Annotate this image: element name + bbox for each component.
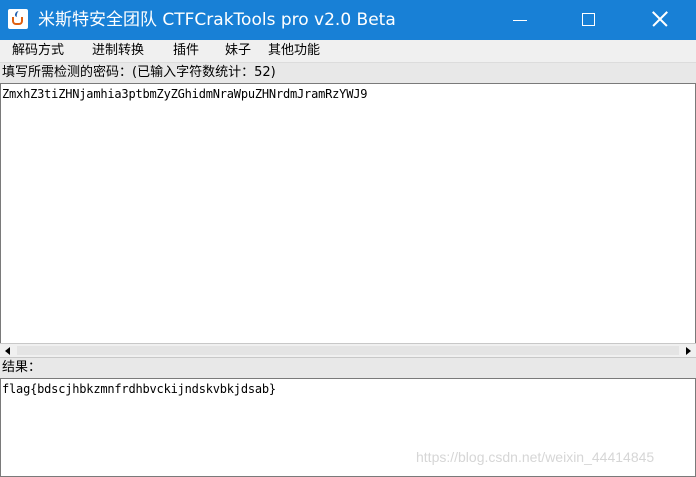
input-label-row: 填写所需检测的密码：(已输入字符数统计：52) bbox=[0, 63, 696, 83]
result-text: flag{bdscjhbkzmnfrdhbvckijndskvbkjdsab} bbox=[2, 382, 276, 396]
menu-other-functions[interactable]: 其他功能 bbox=[268, 43, 320, 59]
minimize-button[interactable] bbox=[497, 0, 543, 40]
menu-plugins[interactable]: 插件 bbox=[173, 43, 199, 59]
java-app-icon bbox=[8, 9, 28, 29]
menu-bar: 解码方式 进制转换 插件 妹子 其他功能 bbox=[0, 40, 696, 63]
result-label: 结果： bbox=[2, 360, 42, 375]
menu-girls[interactable]: 妹子 bbox=[225, 43, 251, 59]
maximize-button[interactable] bbox=[566, 0, 612, 40]
menu-base-convert[interactable]: 进制转换 bbox=[92, 43, 144, 59]
scroll-right-button[interactable] bbox=[681, 345, 694, 357]
result-label-row: 结果： bbox=[0, 358, 696, 378]
input-text: ZmxhZ3tiZHNjamhia3ptbmZyZGhidmNraWpuZHNr… bbox=[2, 87, 368, 101]
input-textarea[interactable]: ZmxhZ3tiZHNjamhia3ptbmZyZGhidmNraWpuZHNr… bbox=[0, 83, 696, 344]
title-bar: 米斯特安全团队 CTFCrakTools pro v2.0 Beta bbox=[0, 0, 696, 40]
watermark: https://blog.csdn.net/weixin_44414845 bbox=[416, 449, 655, 465]
horizontal-scrollbar[interactable] bbox=[0, 343, 696, 358]
arrow-right-icon bbox=[686, 347, 691, 355]
close-button[interactable] bbox=[637, 0, 683, 40]
input-label: 填写所需检测的密码：(已输入字符数统计：52) bbox=[2, 65, 276, 80]
maximize-icon bbox=[582, 13, 595, 26]
scroll-left-button[interactable] bbox=[2, 345, 15, 357]
scroll-track[interactable] bbox=[17, 346, 679, 355]
close-icon bbox=[651, 10, 669, 28]
menu-decode[interactable]: 解码方式 bbox=[12, 43, 64, 59]
window-title: 米斯特安全团队 CTFCrakTools pro v2.0 Beta bbox=[38, 10, 396, 30]
arrow-left-icon bbox=[5, 347, 10, 355]
minimize-icon bbox=[513, 20, 527, 21]
